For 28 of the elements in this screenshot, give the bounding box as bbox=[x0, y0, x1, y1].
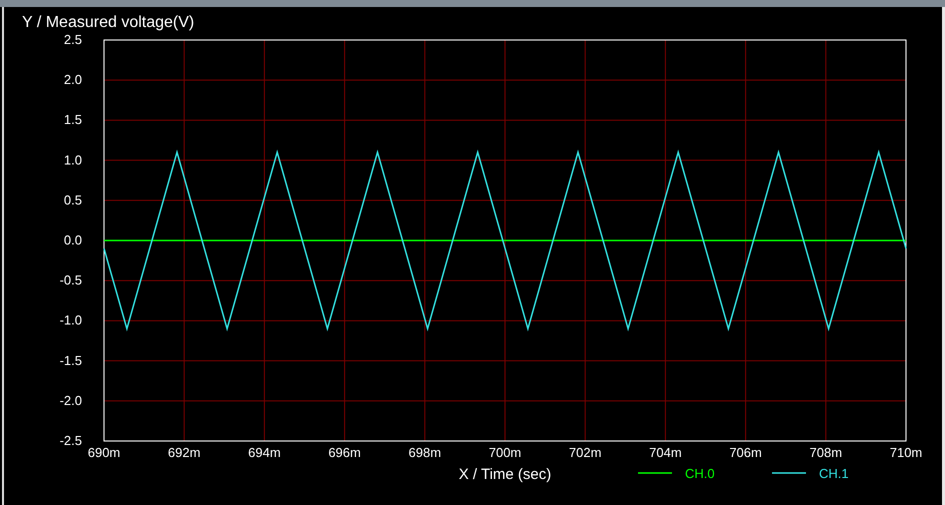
y-axis-title: Y / Measured voltage(V) bbox=[22, 14, 194, 31]
legend-line-swatch bbox=[638, 472, 672, 474]
y-tick-label: 1.5 bbox=[64, 112, 82, 128]
y-tick-label: -2.5 bbox=[60, 433, 82, 448]
y-tick-label: 2.5 bbox=[64, 32, 82, 47]
y-tick-label: -1.5 bbox=[60, 352, 82, 368]
x-tick-label: 698m bbox=[408, 445, 442, 460]
x-tick-label: 700m bbox=[488, 445, 522, 460]
y-tick-label: -0.5 bbox=[60, 272, 82, 288]
legend-line-swatch bbox=[772, 472, 806, 474]
y-tick-label: -1.0 bbox=[60, 312, 82, 328]
x-tick-label: 708m bbox=[810, 445, 842, 460]
legend-label: CH.1 bbox=[819, 466, 849, 481]
y-tick-label: 0.5 bbox=[64, 192, 82, 208]
x-tick-label: 704m bbox=[649, 445, 682, 460]
x-tick-label: 702m bbox=[568, 445, 602, 460]
y-tick-label: 2.0 bbox=[64, 72, 82, 88]
y-tick-label: 1.0 bbox=[64, 152, 82, 168]
legend-label: CH.0 bbox=[685, 466, 715, 481]
y-tick-label: -2.0 bbox=[60, 392, 82, 408]
y-tick-label: 0.0 bbox=[64, 232, 82, 248]
x-tick-label: 690m bbox=[88, 445, 120, 460]
x-axis-title: X / Time (sec) bbox=[458, 466, 552, 483]
x-tick-label: 696m bbox=[328, 445, 361, 460]
x-tick-label: 694m bbox=[248, 445, 281, 460]
x-tick-label: 692m bbox=[168, 445, 200, 460]
x-tick-label: 710m bbox=[890, 445, 922, 460]
x-tick-label: 706m bbox=[729, 445, 762, 460]
